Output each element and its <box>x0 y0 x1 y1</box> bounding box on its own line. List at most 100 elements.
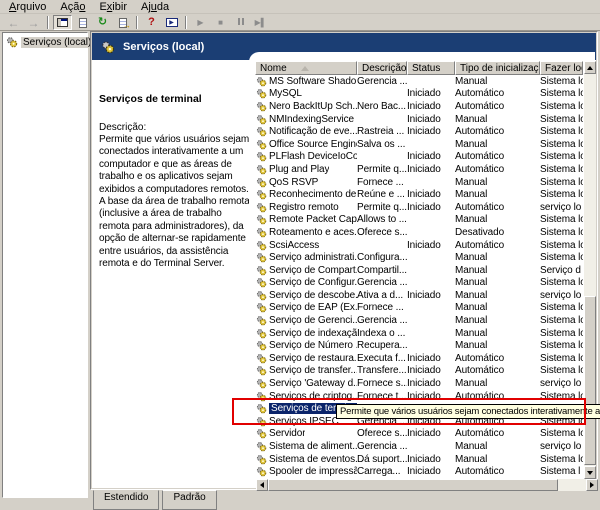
service-row[interactable]: Reconhecimento de... Reúne e ... Iniciad… <box>255 188 583 201</box>
service-startup-type: Manual <box>455 328 540 339</box>
service-row[interactable]: PLFlash DeviceIoCo... Iniciado Automátic… <box>255 151 583 164</box>
service-gears-icon <box>256 290 267 301</box>
service-description: Ativa a d... <box>357 290 407 301</box>
show-hide-console-tree-button[interactable] <box>53 15 72 30</box>
service-description: Indexa o ... <box>357 328 407 339</box>
service-logon-as: Sistema l <box>540 466 583 477</box>
service-row[interactable]: ScsiAccess Iniciado Automático Sistema l… <box>255 239 583 252</box>
menu-item-exibir[interactable]: Exibir <box>92 1 134 13</box>
service-startup-type: Manual <box>455 302 540 313</box>
extended-view-button[interactable]: ▶ <box>162 15 181 30</box>
service-row[interactable]: Serviço de EAP (Ex... Fornece ... Manual… <box>255 302 583 315</box>
properties-button[interactable] <box>73 15 92 30</box>
service-gears-icon <box>256 340 267 351</box>
service-logon-as: Sistema lo <box>540 340 583 351</box>
service-name: NMIndexingService <box>269 114 354 125</box>
service-row[interactable]: Nero BackItUp Sch... Nero Bac... Iniciad… <box>255 100 583 113</box>
service-logon-as: Sistema lo <box>540 454 583 465</box>
service-logon-as: Sistema lo <box>540 101 583 112</box>
service-row[interactable]: Serviço administrati... Configura... Man… <box>255 251 583 264</box>
service-row[interactable]: Office Source Engine Salva os ... Manual… <box>255 138 583 151</box>
column-header-status[interactable]: Status <box>407 61 455 75</box>
service-status: Iniciado <box>407 189 455 200</box>
service-row[interactable]: Spooler de impressão Carrega... Iniciado… <box>255 465 583 477</box>
service-row[interactable]: Roteamento e aces... Oferece s... Desati… <box>255 226 583 239</box>
service-description: Oferece s... <box>357 428 407 439</box>
restart-icon: ▶▌ <box>255 19 267 27</box>
service-name: Serviço de restaura... <box>269 353 357 364</box>
horizontal-scroll-thumb[interactable] <box>268 479 558 491</box>
tab-padrão[interactable]: Padrão <box>162 490 216 510</box>
service-logon-as: Sistema lo <box>540 177 583 188</box>
column-header-desc[interactable]: Descrição <box>357 61 407 75</box>
service-row[interactable]: MySQL Iniciado Automático Sistema lo <box>255 88 583 101</box>
service-row[interactable]: Serviço de indexação Indexa o ... Manual… <box>255 327 583 340</box>
service-name: Nero BackItUp Sch... <box>269 101 357 112</box>
service-row[interactable]: Notificação de eve... Rastreia ... Inici… <box>255 125 583 138</box>
horizontal-scrollbar[interactable] <box>256 479 598 491</box>
scroll-up-button[interactable] <box>584 61 596 74</box>
service-row[interactable]: Serviço de restaura... Executa f... Inic… <box>255 352 583 365</box>
service-description: Fornece ... <box>357 302 407 313</box>
stop-service-button[interactable]: ■ <box>211 15 230 30</box>
service-name: Servidor <box>269 428 305 439</box>
refresh-button[interactable]: ↻ <box>93 15 112 30</box>
scroll-left-button[interactable] <box>256 479 268 491</box>
service-name: MS Software Shado... <box>269 76 357 87</box>
service-startup-type: Automático <box>455 365 540 376</box>
service-gears-icon <box>256 88 267 99</box>
tab-estendido[interactable]: Estendido <box>93 490 159 510</box>
service-description: Nero Bac... <box>357 101 407 112</box>
menu-item-ação[interactable]: Ação <box>53 1 92 13</box>
help-button[interactable]: ? <box>142 15 161 30</box>
restart-service-button[interactable]: ▶▌ <box>251 15 270 30</box>
service-description: Carrega... <box>357 466 407 477</box>
vertical-scroll-thumb[interactable] <box>584 296 596 465</box>
service-name: Serviço de indexação <box>269 328 357 339</box>
back-button[interactable]: ← <box>4 15 23 30</box>
service-status: Iniciado <box>407 126 455 137</box>
service-row[interactable]: Plug and Play Permite q... Iniciado Auto… <box>255 163 583 176</box>
service-row[interactable]: Remote Packet Cap... Allows to ... Manua… <box>255 214 583 227</box>
scroll-down-button[interactable] <box>584 466 596 479</box>
service-gears-icon <box>256 240 267 251</box>
service-description: Reúne e ... <box>357 189 407 200</box>
service-logon-as: Sistema lo <box>540 315 583 326</box>
service-row[interactable]: Serviço de Compart... Compartil... Manua… <box>255 264 583 277</box>
export-list-button[interactable]: → <box>113 15 132 30</box>
service-row[interactable]: MS Software Shado... Gerencia ... Manual… <box>255 75 583 88</box>
service-row[interactable]: NMIndexingService Iniciado Manual Sistem… <box>255 113 583 126</box>
service-gears-icon <box>256 302 267 313</box>
column-header-startup[interactable]: Tipo de inicialização <box>455 61 540 75</box>
scroll-right-button[interactable] <box>586 479 598 491</box>
service-row[interactable]: Serviço de transfer... Transfere... Inic… <box>255 365 583 378</box>
service-row[interactable]: Sistema de eventos... Dá suport... Inici… <box>255 453 583 466</box>
service-row[interactable]: Serviço de Número ... Recupera... Manual… <box>255 339 583 352</box>
service-gears-icon <box>256 139 267 150</box>
start-service-button[interactable]: ▶ <box>191 15 210 30</box>
service-row[interactable]: QoS RSVP Fornece ... Manual Sistema lo <box>255 176 583 189</box>
service-row[interactable]: Serviço de descobe... Ativa a d... Inici… <box>255 289 583 302</box>
service-row[interactable]: Sistema de aliment... Gerencia ... Manua… <box>255 440 583 453</box>
service-logon-as: Sistema lo <box>540 277 583 288</box>
service-description: Permite q... <box>357 164 407 175</box>
service-row[interactable]: Serviço de Configur... Gerencia ... Manu… <box>255 277 583 290</box>
service-row[interactable]: Serviço de Gerenci... Gerencia ... Manua… <box>255 314 583 327</box>
pause-service-button[interactable] <box>231 15 250 30</box>
menu-item-ajuda[interactable]: Ajuda <box>134 1 176 13</box>
service-logon-as: Sistema lo <box>540 240 583 251</box>
services-gears-icon <box>101 40 115 54</box>
column-header-name[interactable]: Nome <box>255 61 357 75</box>
service-row[interactable]: Servidor Oferece s... Iniciado Automátic… <box>255 428 583 441</box>
service-startup-type: Automático <box>455 240 540 251</box>
service-status: Iniciado <box>407 290 455 301</box>
forward-button[interactable]: → <box>24 15 43 30</box>
service-row[interactable]: Registro remoto Permite q... Iniciado Au… <box>255 201 583 214</box>
console-tree-icon <box>57 18 68 27</box>
service-description: Allows to ... <box>357 214 407 225</box>
tree-item-services-local[interactable]: Serviços (local) <box>3 33 87 48</box>
column-header-logon[interactable]: Fazer log <box>540 61 583 75</box>
service-row[interactable]: Serviço 'Gateway d... Fornece s... Inici… <box>255 377 583 390</box>
service-description: Gerencia ... <box>357 441 407 452</box>
menu-item-arquivo[interactable]: Arquivo <box>2 1 53 13</box>
